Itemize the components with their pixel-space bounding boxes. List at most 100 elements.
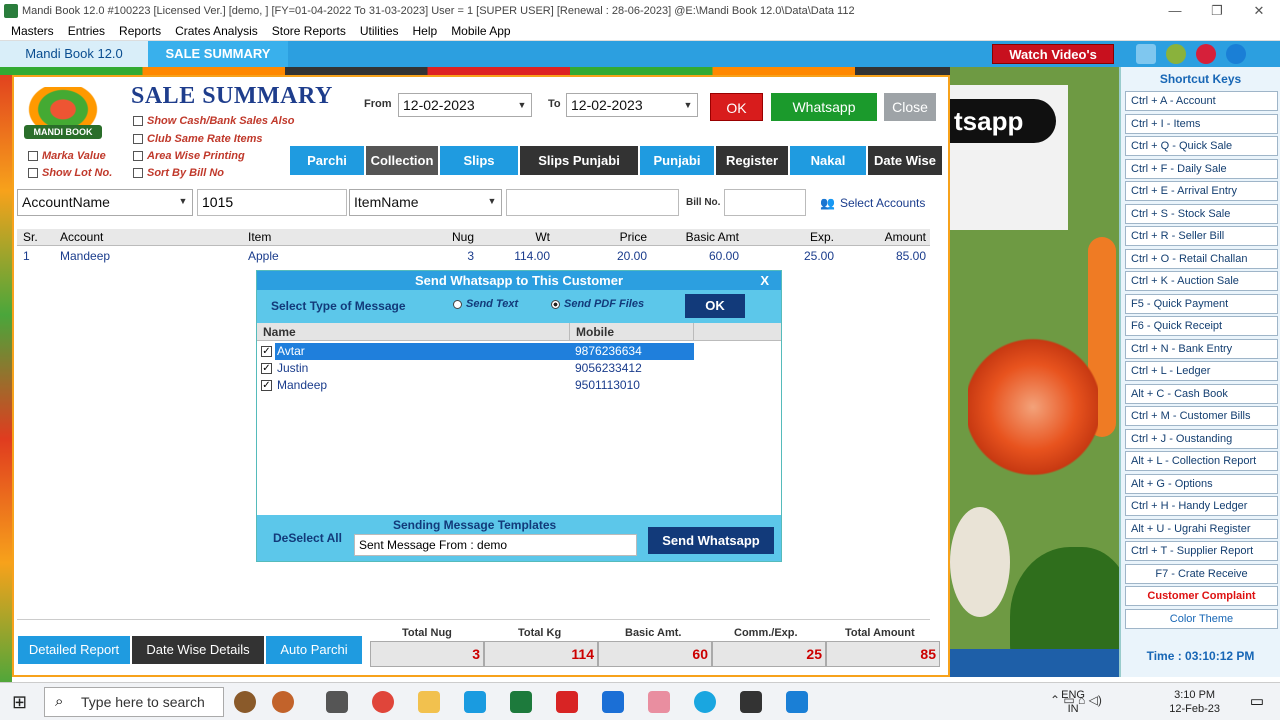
menu-mobile-app[interactable]: Mobile App [444,22,517,40]
news-widget-icon[interactable] [234,691,256,713]
tab-slips[interactable]: Slips [440,146,518,175]
menu-crates-analysis[interactable]: Crates Analysis [168,22,265,40]
show-cash-checkbox[interactable]: Show Cash/Bank Sales Also [133,115,295,127]
customer-complaint-button[interactable]: Customer Complaint [1125,586,1278,606]
paint-icon[interactable] [648,691,670,713]
template-input[interactable]: Sent Message From : demo [354,534,637,556]
notification-icon[interactable]: ▭ [1250,692,1264,710]
shortcut-item[interactable]: Ctrl + A - Account [1125,91,1278,111]
menu-entries[interactable]: Entries [61,22,112,40]
excel-icon[interactable] [510,691,532,713]
taskbar-clock[interactable]: 3:10 PM 12-Feb-23 [1169,688,1220,716]
contact-checkbox[interactable]: ✓ [261,363,272,374]
shortcut-item[interactable]: Ctrl + E - Arrival Entry [1125,181,1278,201]
minimize-button[interactable]: — [1154,0,1196,22]
from-date-picker[interactable]: 12-02-2023 ▼ [398,93,532,117]
notepad-icon[interactable] [740,691,762,713]
tab-collection[interactable]: Collection [366,146,438,175]
shortcut-item[interactable]: Alt + U - Ugrahi Register [1125,518,1278,539]
club-same-checkbox[interactable]: Club Same Rate Items [133,133,263,145]
windows-start-icon[interactable]: ⊞ [12,692,27,713]
dialog-close-button[interactable]: X [760,271,769,290]
account-value-input[interactable]: 1015 [197,189,347,216]
football-icon[interactable] [272,691,294,713]
date-wise-details-button[interactable]: Date Wise Details [132,636,264,664]
tab-mandi-book[interactable]: Mandi Book 12.0 [0,41,148,67]
dialog-ok-button[interactable]: OK [685,294,745,318]
shortcut-item[interactable]: Ctrl + Q - Quick Sale [1125,136,1278,156]
shortcut-item[interactable]: Ctrl + J - Oustanding [1125,428,1278,449]
maximize-button[interactable]: ❐ [1196,0,1238,22]
task-view-icon[interactable] [326,691,348,713]
language-indicator[interactable]: ENG IN [1061,688,1085,716]
contact-row[interactable]: ✓ Mandeep 9501113010 [257,377,781,394]
sort-bill-checkbox[interactable]: Sort By Bill No [133,167,224,179]
teamviewer-icon[interactable] [602,691,624,713]
tab-date-wise[interactable]: Date Wise [868,146,942,175]
tab-slips-punjabi[interactable]: Slips Punjabi [520,146,638,175]
shortcut-item[interactable]: Ctrl + M - Customer Bills [1125,406,1278,426]
area-wise-checkbox[interactable]: Area Wise Printing [133,150,245,162]
contact-row[interactable]: ✓ Justin 9056233412 [257,360,781,377]
contact-checkbox[interactable]: ✓ [261,380,272,391]
shortcut-item[interactable]: Alt + C - Cash Book [1125,383,1278,404]
shortcut-item[interactable]: F5 - Quick Payment [1125,293,1278,314]
deselect-all-button[interactable]: DeSelect All [273,531,342,545]
item-field-combo[interactable]: ItemName ▼ [349,189,502,216]
item-value-input[interactable] [506,189,679,216]
menu-masters[interactable]: Masters [4,22,61,40]
skype-icon[interactable] [694,691,716,713]
taskbar-search[interactable]: Type here to search [44,687,224,717]
app-icon[interactable] [464,691,486,713]
chrome-icon[interactable] [372,691,394,713]
shortcut-item[interactable]: Ctrl + F - Daily Sale [1125,158,1278,179]
detailed-report-button[interactable]: Detailed Report [18,636,130,664]
shortcut-item[interactable]: Ctrl + L - Ledger [1125,361,1278,381]
close-window-button[interactable]: ✕ [1238,0,1280,22]
send-pdf-radio[interactable]: Send PDF Files [551,298,644,310]
tab-register[interactable]: Register [716,146,788,175]
shortcut-item[interactable]: Ctrl + K - Auction Sale [1125,271,1278,291]
menu-store-reports[interactable]: Store Reports [265,22,353,40]
tab-parchi[interactable]: Parchi [290,146,364,175]
megaphone-icon[interactable] [1136,44,1156,64]
menu-help[interactable]: Help [406,22,445,40]
send-text-radio[interactable]: Send Text [453,298,518,310]
menu-utilities[interactable]: Utilities [353,22,406,40]
show-lot-checkbox[interactable]: Show Lot No. [28,167,112,179]
watch-videos-button[interactable]: Watch Video's [992,44,1114,64]
menu-reports[interactable]: Reports [112,22,168,40]
close-button[interactable]: Close [884,93,936,121]
shortcut-item[interactable]: Ctrl + O - Retail Challan [1125,248,1278,269]
shortcut-item[interactable]: Ctrl + S - Stock Sale [1125,203,1278,224]
shortcut-item[interactable]: Alt + G - Options [1125,473,1278,494]
recorder-icon[interactable] [556,691,578,713]
shortcut-item[interactable]: Ctrl + T - Supplier Report [1125,541,1278,561]
shortcut-item[interactable]: Ctrl + R - Seller Bill [1125,226,1278,246]
table-row[interactable]: 1 Mandeep Apple 3 114.00 20.00 60.00 25.… [17,248,930,265]
color-theme-button[interactable]: Color Theme [1125,608,1278,629]
to-date-picker[interactable]: 12-02-2023 ▼ [566,93,698,117]
shortcut-item[interactable]: Ctrl + I - Items [1125,113,1278,134]
shortcut-item[interactable]: F6 - Quick Receipt [1125,316,1278,336]
shortcut-item[interactable]: Ctrl + N - Bank Entry [1125,338,1278,359]
shortcut-item[interactable]: Ctrl + H - Handy Ledger [1125,496,1278,516]
file-explorer-icon[interactable] [418,691,440,713]
youtube-icon[interactable] [1196,44,1216,64]
contact-row[interactable]: ✓ Avtar 9876236634 [257,343,781,360]
info-icon[interactable] [1226,44,1246,64]
shortcut-item[interactable]: Alt + L - Collection Report [1125,451,1278,471]
mandi-book-taskbar-icon[interactable] [786,691,808,713]
crate-receive-shortcut[interactable]: F7 - Crate Receive [1125,563,1278,584]
tab-sale-summary[interactable]: SALE SUMMARY [148,41,288,67]
marka-value-checkbox[interactable]: Marka Value [28,150,106,162]
auto-parchi-button[interactable]: Auto Parchi [266,636,362,664]
chat-icon[interactable] [1166,44,1186,64]
contact-checkbox[interactable]: ✓ [261,346,272,357]
tab-punjabi[interactable]: Punjabi [640,146,714,175]
account-field-combo[interactable]: AccountName ▼ [17,189,193,216]
bill-no-input[interactable] [724,189,806,216]
send-whatsapp-button[interactable]: Send Whatsapp [648,527,774,554]
whatsapp-button[interactable]: Whatsapp [771,93,877,121]
ok-button[interactable]: OK [710,93,763,121]
